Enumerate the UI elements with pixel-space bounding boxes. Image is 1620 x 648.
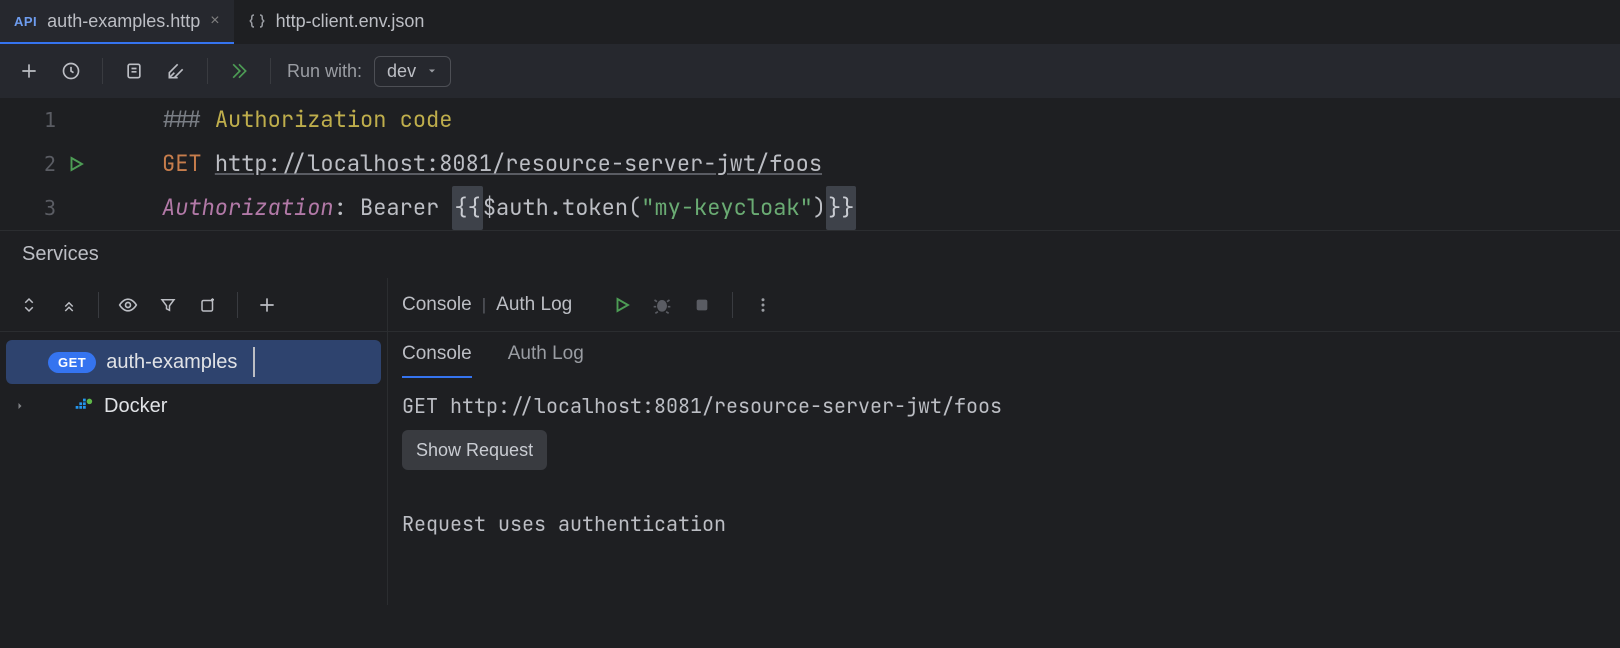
- tree-item-docker[interactable]: Docker: [6, 384, 381, 428]
- debug-button[interactable]: [644, 287, 680, 323]
- section-title: Authorization code: [215, 98, 453, 142]
- template-close: }}: [826, 186, 856, 230]
- chevron-right-icon: [14, 400, 30, 412]
- new-window-button[interactable]: [189, 286, 227, 324]
- history-button[interactable]: [52, 52, 90, 90]
- run-button[interactable]: [604, 287, 640, 323]
- request-url: http://localhost:8081/resource-server-jw…: [215, 142, 822, 186]
- services-panel: GET auth-examples Docker Console | Auth …: [0, 278, 1620, 605]
- run-all-button[interactable]: [220, 52, 258, 90]
- separator: [98, 292, 99, 318]
- services-output-panel: Console | Auth Log Console Auth Log GET …: [388, 278, 1620, 605]
- services-tree-panel: GET auth-examples Docker: [0, 278, 388, 605]
- services-right-toolbar: Console | Auth Log: [388, 278, 1620, 332]
- gutter: 1 2 3: [0, 98, 140, 230]
- header-scheme: Bearer: [360, 186, 439, 230]
- collapse-all-button[interactable]: [50, 286, 88, 324]
- tab-env-json[interactable]: http-client.env.json: [234, 0, 439, 44]
- code-editor[interactable]: 1 2 3 ### Authorization code GET: [0, 98, 1620, 230]
- http-method: GET: [162, 142, 202, 186]
- stop-button[interactable]: [684, 287, 720, 323]
- template-open: {{: [452, 186, 482, 230]
- line-number: 3: [0, 196, 56, 220]
- examples-button[interactable]: [115, 52, 153, 90]
- tree-label: auth-examples: [106, 351, 237, 374]
- run-with-label: Run with:: [287, 61, 362, 82]
- import-button[interactable]: [157, 52, 195, 90]
- comment-marker: ###: [162, 98, 202, 142]
- console-output[interactable]: GET http://localhost:8081/resource-serve…: [388, 378, 1620, 552]
- expand-collapse-button[interactable]: [10, 286, 48, 324]
- separator: [102, 58, 103, 84]
- line-number: 2: [0, 152, 56, 176]
- show-button[interactable]: [109, 286, 147, 324]
- colon: :: [334, 186, 347, 230]
- separator: [237, 292, 238, 318]
- output-subtabs: Console Auth Log: [388, 332, 1620, 378]
- subtab-console[interactable]: Console: [402, 332, 472, 378]
- pipe: |: [482, 295, 486, 315]
- code-area[interactable]: ### Authorization code GET http://localh…: [140, 98, 1620, 230]
- line-number: 1: [0, 108, 56, 132]
- tab-auth-examples[interactable]: API auth-examples.http ×: [0, 0, 234, 44]
- subtab-authlog[interactable]: Auth Log: [508, 332, 584, 378]
- separator: [270, 58, 271, 84]
- add-service-button[interactable]: [248, 286, 286, 324]
- string-arg: "my-keycloak": [641, 186, 813, 230]
- services-panel-title[interactable]: Services: [0, 230, 1620, 278]
- toolbar-console-label: Console: [402, 294, 472, 316]
- tab-label: http-client.env.json: [276, 11, 425, 32]
- services-tree: GET auth-examples Docker: [0, 332, 387, 436]
- method-badge: GET: [48, 352, 96, 373]
- chevron-down-icon: [426, 65, 438, 77]
- run-with-group: Run with: dev: [287, 56, 451, 87]
- more-button[interactable]: [745, 287, 781, 323]
- filter-button[interactable]: [149, 286, 187, 324]
- close-icon[interactable]: ×: [210, 12, 219, 30]
- services-left-toolbar: [0, 278, 387, 332]
- func-close: ): [813, 186, 826, 230]
- request-line: GET http://localhost:8081/resource-serve…: [402, 388, 1606, 424]
- run-gutter-icon[interactable]: [56, 155, 96, 173]
- env-value: dev: [387, 61, 416, 82]
- show-request-button[interactable]: Show Request: [402, 430, 547, 470]
- func-call: $auth.token(: [483, 186, 641, 230]
- console-message: Request uses authentication: [402, 506, 1606, 542]
- tab-label: auth-examples.http: [47, 11, 200, 32]
- http-toolbar: Run with: dev: [0, 44, 1620, 98]
- json-icon: [248, 12, 266, 30]
- add-request-button[interactable]: [10, 52, 48, 90]
- tree-label: Docker: [104, 395, 167, 418]
- toolbar-authlog-label: Auth Log: [496, 294, 572, 316]
- environment-dropdown[interactable]: dev: [374, 56, 451, 87]
- text-caret: [253, 347, 255, 377]
- api-icon: API: [14, 14, 37, 29]
- header-name: Authorization: [162, 186, 334, 230]
- docker-icon: [72, 395, 94, 417]
- tree-item-request[interactable]: GET auth-examples: [6, 340, 381, 384]
- separator: [207, 58, 208, 84]
- editor-tabs: API auth-examples.http × http-client.env…: [0, 0, 1620, 44]
- separator: [732, 292, 733, 318]
